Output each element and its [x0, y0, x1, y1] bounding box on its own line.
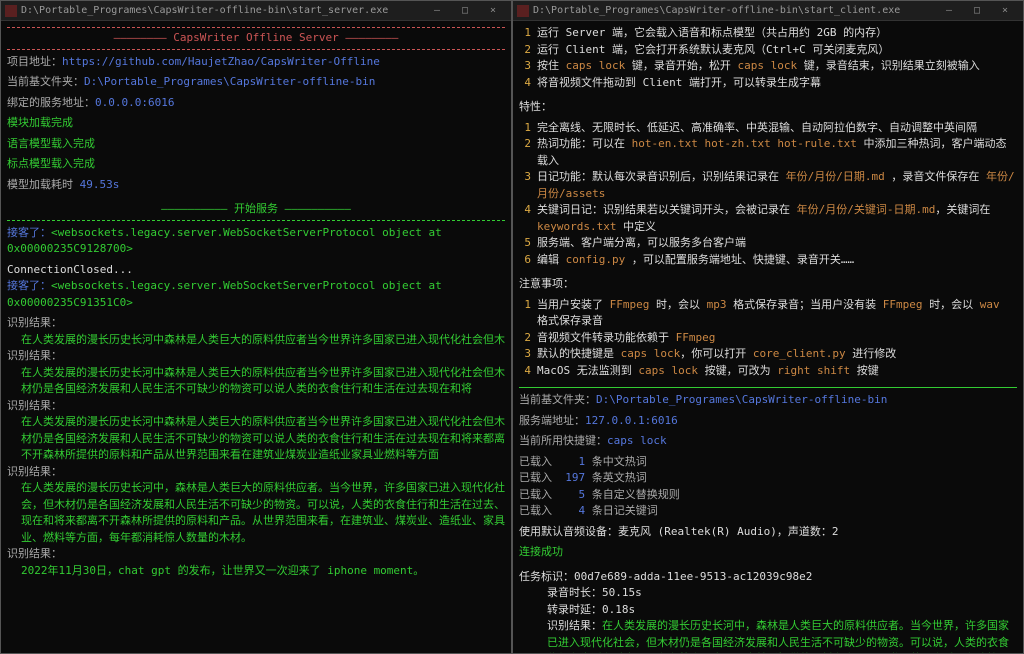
divider	[519, 387, 1017, 388]
notes-label: 注意事项：	[519, 276, 1017, 293]
feature-4: 4关键词日记：识别结果若以关键词开头，会被记录在 年份/月份/关键词-日期.md…	[519, 202, 1017, 235]
loaded-rule: 已载入 5 条自定义替换规则	[519, 487, 1017, 504]
note-2: 2音视频文件转录功能依赖于 FFmpeg	[519, 330, 1017, 347]
result-5: 2022年11月30日，chat gpt 的发布，让世界又一次迎来了 iphon…	[7, 563, 505, 580]
server-addr: 服务端地址：127.0.0.1:6016	[519, 413, 1017, 430]
feature-1: 1完全离线、无限时长、低延迟、高准确率、中英混输、自动阿拉伯数字、自动调整中英间…	[519, 120, 1017, 137]
load-status-2: 语言模型载入完成	[7, 136, 505, 153]
feature-5: 5服务端、客户端分离，可以服务多台客户端	[519, 235, 1017, 252]
divider	[7, 49, 505, 50]
result-label: 识别结果：	[7, 398, 505, 415]
note-3: 3默认的快捷键是 caps lock，你可以打开 core_client.py …	[519, 346, 1017, 363]
server-window: D:\Portable_Programes\CapsWriter-offline…	[0, 0, 512, 654]
features-label: 特性：	[519, 99, 1017, 116]
connection-1: 接客了：<websockets.legacy.server.WebSocketS…	[7, 225, 505, 258]
feature-3: 3日记功能：默认每次录音识别后，识别结果记录在 年份/月份/日期.md ，录音文…	[519, 169, 1017, 202]
server-terminal[interactable]: ———————— CapsWriter Offline Server —————…	[1, 21, 511, 653]
client-terminal[interactable]: 1运行 Server 端，它会载入语音和标点模型（共占用约 2GB 的内存） 2…	[513, 21, 1023, 653]
client-window-title: D:\Portable_Programes\CapsWriter-offline…	[533, 3, 935, 18]
server-titlebar[interactable]: D:\Portable_Programes\CapsWriter-offline…	[1, 1, 511, 21]
conn-closed: ConnectionClosed...	[7, 262, 505, 279]
close-button[interactable]: ×	[991, 3, 1019, 18]
close-button[interactable]: ×	[479, 3, 507, 18]
result-4: 在人类发展的漫长历史长河中，森林是人类巨大的原料供应者。当今世界，许多国家已进入…	[7, 480, 505, 546]
basedir-line: 当前基文件夹：D:\Portable_Programes\CapsWriter-…	[7, 74, 505, 91]
result-2: 在人类发展的漫长历史长河中森林是人类巨大的原料供应者当今世界许多国家已进入现代化…	[7, 365, 505, 398]
task1-rec: 录音时长：50.15s	[519, 585, 1017, 602]
server-header: ———————— CapsWriter Offline Server —————…	[7, 30, 505, 47]
feature-2: 2热词功能：可以在 hot-en.txt hot-zh.txt hot-rule…	[519, 136, 1017, 169]
result-label: 识别结果：	[7, 546, 505, 563]
maximize-button[interactable]: □	[451, 3, 479, 18]
project-line: 项目地址：https://github.com/HaujetZhao/CapsW…	[7, 54, 505, 71]
intro-3: 3按住 caps lock 键，录音开始，松开 caps lock 键，录音结束…	[519, 58, 1017, 75]
load-status-3: 标点模型载入完成	[7, 156, 505, 173]
loaded-cn: 已载入 1 条中文热词	[519, 454, 1017, 471]
intro-4: 4将音视频文件拖动到 Client 端打开，可以转录生成字幕	[519, 75, 1017, 92]
hotkey-line: 当前所用快捷键：caps lock	[519, 433, 1017, 450]
load-status-1: 模块加载完成	[7, 115, 505, 132]
intro-2: 2运行 Client 端，它会打开系统默认麦克风（Ctrl+C 可关闭麦克风）	[519, 42, 1017, 59]
result-label: 识别结果：	[7, 464, 505, 481]
client-titlebar[interactable]: D:\Portable_Programes\CapsWriter-offline…	[513, 1, 1023, 21]
result-label: 识别结果：	[7, 348, 505, 365]
connection-2: 接客了：<websockets.legacy.server.WebSocketS…	[7, 278, 505, 311]
note-4: 4MacOS 无法监测到 caps lock 按键，可改为 right shif…	[519, 363, 1017, 380]
timing-line: 模型加载耗时 49.53s	[7, 177, 505, 194]
service-title: —————————— 开始服务 ——————————	[7, 201, 505, 218]
maximize-button[interactable]: □	[963, 3, 991, 18]
intro-1: 1运行 Server 端，它会载入语音和标点模型（共占用约 2GB 的内存）	[519, 25, 1017, 42]
bindaddr-line: 绑定的服务地址：0.0.0.0:6016	[7, 95, 505, 112]
feature-6: 6编辑 config.py ，可以配置服务端地址、快捷键、录音开关……	[519, 252, 1017, 269]
audio-device: 使用默认音频设备：麦克风 (Realtek(R) Audio)，声道数：2	[519, 524, 1017, 541]
divider	[7, 27, 505, 28]
minimize-button[interactable]: —	[423, 3, 451, 18]
conn-ok: 连接成功	[519, 544, 1017, 561]
loaded-en: 已载入 197 条英文热词	[519, 470, 1017, 487]
client-window: D:\Portable_Programes\CapsWriter-offline…	[512, 0, 1024, 654]
app-icon	[517, 5, 529, 17]
result-3: 在人类发展的漫长历史长河中森林是人类巨大的原料供应者当今世界许多国家已进入现代化…	[7, 414, 505, 464]
server-window-title: D:\Portable_Programes\CapsWriter-offline…	[21, 3, 423, 18]
divider	[7, 220, 505, 221]
loaded-kw: 已载入 4 条日记关键词	[519, 503, 1017, 520]
minimize-button[interactable]: —	[935, 3, 963, 18]
client-basedir: 当前基文件夹：D:\Portable_Programes\CapsWriter-…	[519, 392, 1017, 409]
task1-trans: 转录时延：0.18s	[519, 602, 1017, 619]
app-icon	[5, 5, 17, 17]
result-1: 在人类发展的漫长历史长河中森林是人类巨大的原料供应者当今世界许多国家已进入现代化…	[7, 332, 505, 349]
task1-id: 任务标识：00d7e689-adda-11ee-9513-ac12039c98e…	[519, 569, 1017, 586]
result-label: 识别结果：	[7, 315, 505, 332]
task1-result: 识别结果：在人类发展的漫长历史长河中，森林是人类巨大的原料供应者。当今世界，许多…	[519, 618, 1017, 653]
note-1: 1当用户安装了 FFmpeg 时，会以 mp3 格式保存录音；当用户没有装 FF…	[519, 297, 1017, 330]
